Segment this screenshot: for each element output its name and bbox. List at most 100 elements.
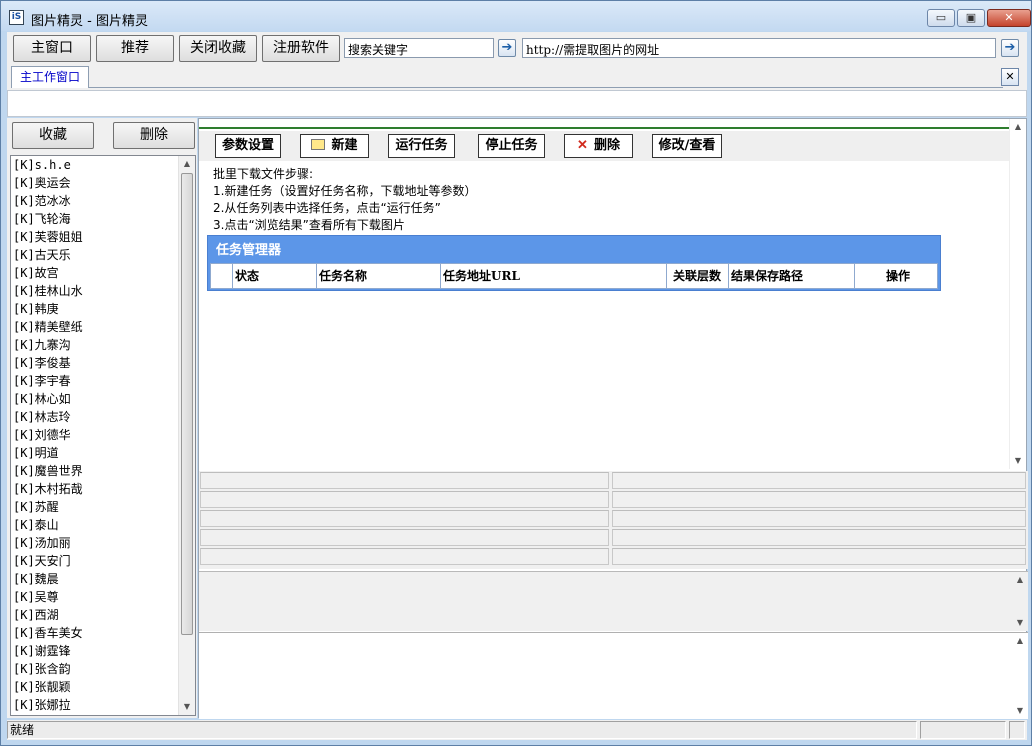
- tab-strip: 主工作窗口 ✕: [7, 66, 1027, 90]
- delete-task-button[interactable]: ✕ 删除: [564, 134, 633, 158]
- tab-divider: [89, 87, 1003, 88]
- favorite-list-item[interactable]: [K]张娜拉: [13, 696, 176, 714]
- scroll-up-icon[interactable]: ▲: [179, 156, 195, 172]
- register-button[interactable]: 注册软件: [262, 35, 340, 62]
- grid-cell: [200, 529, 609, 546]
- favorites-scrollbar[interactable]: ▲ ▼: [178, 156, 195, 715]
- status-bar: 就绪: [7, 720, 1027, 740]
- params-button[interactable]: 参数设置: [215, 134, 281, 158]
- favorites-pane: 收藏 删除 [K]s.h.e [K]奥运会 [K]范冰冰 [K]飞轮海 [K]芙蓉姐姐[…: [7, 118, 197, 718]
- action-bar: 参数设置 新建 运行任务 停止任务 ✕ 删除 修改/查看: [199, 131, 1010, 161]
- grid-cell: [612, 472, 1026, 489]
- tab-main-work[interactable]: 主工作窗口: [11, 66, 89, 88]
- grid-cell: [612, 510, 1026, 527]
- close-tab-icon[interactable]: ✕: [1001, 68, 1019, 86]
- main-window-button[interactable]: 主窗口: [13, 35, 91, 62]
- scroll-down-icon[interactable]: ▼: [179, 699, 195, 715]
- instructions: 批里下载文件步骤: 1.新建任务（设置好任务名称，下载地址等参数） 2.从任务列…: [213, 166, 476, 234]
- favorite-list-item[interactable]: [K]桂林山水: [13, 282, 176, 300]
- favorite-list-item[interactable]: [K]张含韵: [13, 660, 176, 678]
- column-actions[interactable]: 操作: [855, 264, 939, 288]
- favorite-list-item[interactable]: [K]韩庚: [13, 300, 176, 318]
- green-divider: [199, 127, 1010, 129]
- favorite-list-item[interactable]: [K]汤加丽: [13, 534, 176, 552]
- window-title: 图片精灵 - 图片精灵: [31, 14, 148, 29]
- main-work-area: 参数设置 新建 运行任务 停止任务 ✕ 删除 修改/查看 批里下载文件步骤: 1.…: [198, 118, 1028, 719]
- close-favorites-button[interactable]: 关闭收藏: [179, 35, 257, 62]
- favorite-list-item[interactable]: [K]吴尊: [13, 588, 176, 606]
- content-scroll-up-icon[interactable]: ▲: [1010, 119, 1026, 135]
- grid-cell: [612, 529, 1026, 546]
- favorite-list-item[interactable]: [K]魔兽世界: [13, 462, 176, 480]
- favorite-list-item[interactable]: [K]奥运会: [13, 174, 176, 192]
- scroll-thumb[interactable]: [181, 173, 193, 635]
- favorite-list-item[interactable]: [K]魏晨: [13, 570, 176, 588]
- output-scroll-down-icon[interactable]: ▼: [1012, 703, 1028, 719]
- column-save-path[interactable]: 结果保存路径: [729, 264, 855, 288]
- delete-x-icon: ✕: [577, 138, 588, 153]
- app-icon: iS: [9, 10, 24, 25]
- favorite-list-item[interactable]: [K]芙蓉姐姐: [13, 228, 176, 246]
- task-manager-title: 任务管理器: [216, 243, 282, 258]
- favorite-list-item[interactable]: [K]木村拓哉: [13, 480, 176, 498]
- log-scroll-down-icon[interactable]: ▼: [1012, 615, 1028, 631]
- instructions-step-1: 1.新建任务（设置好任务名称，下载地址等参数）: [213, 184, 477, 198]
- new-task-button[interactable]: 新建: [300, 134, 369, 158]
- maximize-button[interactable]: ▣: [957, 9, 985, 27]
- url-go-arrow-icon[interactable]: ➔: [1001, 39, 1019, 57]
- run-task-button[interactable]: 运行任务: [388, 134, 455, 158]
- close-button[interactable]: ✕: [987, 9, 1031, 27]
- new-task-label: 新建: [331, 138, 358, 153]
- delete-favorite-button[interactable]: 删除: [113, 122, 195, 149]
- resize-grip[interactable]: [1009, 721, 1025, 739]
- instructions-step-3: 3.点击“浏览结果”查看所有下载图片: [213, 218, 405, 232]
- recommend-button[interactable]: 推荐: [96, 35, 174, 62]
- column-link-depth[interactable]: 关联层数: [667, 264, 729, 288]
- instructions-heading: 批里下载文件步骤:: [213, 167, 314, 181]
- url-input[interactable]: http://需提取图片的网址: [522, 38, 996, 58]
- output-pane: ▲ ▼: [199, 632, 1028, 719]
- favorite-list-item[interactable]: [K]泰山: [13, 516, 176, 534]
- favorite-list-item[interactable]: [K]飞轮海: [13, 210, 176, 228]
- output-scroll-up-icon[interactable]: ▲: [1012, 633, 1028, 649]
- favorites-list-items: [K]s.h.e [K]奥运会 [K]范冰冰 [K]飞轮海 [K]芙蓉姐姐 [K]古天乐[…: [13, 156, 176, 714]
- log-pane: ▲ ▼: [199, 571, 1028, 631]
- favorite-list-item[interactable]: [K]张靓颖: [13, 678, 176, 696]
- column-task-name[interactable]: 任务名称: [317, 264, 441, 288]
- column-status[interactable]: 状态: [233, 264, 317, 288]
- status-text: 就绪: [7, 721, 917, 739]
- edit-view-button[interactable]: 修改/查看: [652, 134, 722, 158]
- column-task-url[interactable]: 任务地址URL: [441, 264, 667, 288]
- favorite-list-item[interactable]: [K]李宇春: [13, 372, 176, 390]
- favorite-list-item[interactable]: [K]香车美女: [13, 624, 176, 642]
- minimize-button[interactable]: ▭: [927, 9, 955, 27]
- favorite-list-item[interactable]: [K]故宫: [13, 264, 176, 282]
- favorites-button[interactable]: 收藏: [12, 122, 94, 149]
- grid-cell: [200, 510, 609, 527]
- grid-cell: [612, 548, 1026, 565]
- content-scrollbar[interactable]: ▲ ▼: [1009, 119, 1026, 469]
- favorite-list-item[interactable]: [K]古天乐: [13, 246, 176, 264]
- status-panel-2: [920, 721, 1006, 739]
- favorite-list-item[interactable]: [K]谢霆锋: [13, 642, 176, 660]
- favorite-list-item[interactable]: [K]九寨沟: [13, 336, 176, 354]
- delete-task-label: 删除: [593, 138, 620, 153]
- favorite-list-item[interactable]: [K]范冰冰: [13, 192, 176, 210]
- grid-cell: [200, 472, 609, 489]
- favorite-list-item[interactable]: [K]刘德华: [13, 426, 176, 444]
- search-go-arrow-icon[interactable]: ➔: [498, 39, 516, 57]
- favorite-list-item[interactable]: [K]李俊基: [13, 354, 176, 372]
- stop-task-button[interactable]: 停止任务: [478, 134, 545, 158]
- content-scroll-down-icon[interactable]: ▼: [1010, 453, 1026, 469]
- favorite-list-item[interactable]: [K]苏醒: [13, 498, 176, 516]
- favorite-list-item[interactable]: [K]明道: [13, 444, 176, 462]
- log-scroll-up-icon[interactable]: ▲: [1012, 572, 1028, 588]
- task-content-panel: 参数设置 新建 运行任务 停止任务 ✕ 删除 修改/查看 批里下载文件步骤: 1.…: [199, 119, 1010, 469]
- favorite-list-item[interactable]: [K]林心如: [13, 390, 176, 408]
- search-input[interactable]: 搜索关键字: [344, 38, 494, 58]
- favorite-list-item[interactable]: [K]天安门: [13, 552, 176, 570]
- favorite-list-item[interactable]: [K]s.h.e: [13, 156, 176, 174]
- favorite-list-item[interactable]: [K]林志玲: [13, 408, 176, 426]
- favorite-list-item[interactable]: [K]西湖: [13, 606, 176, 624]
- favorite-list-item[interactable]: [K]精美壁纸: [13, 318, 176, 336]
